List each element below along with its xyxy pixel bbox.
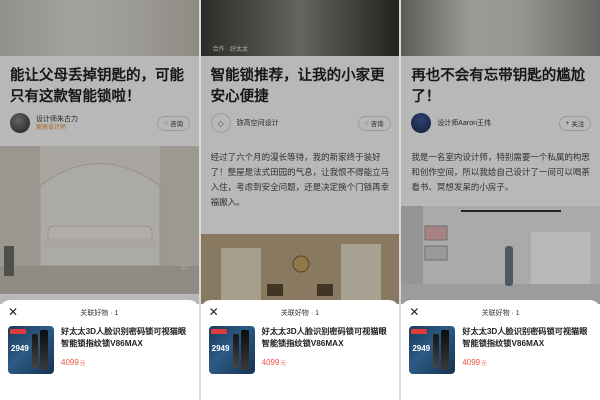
thumb-badge: [411, 329, 428, 334]
product-thumbnail[interactable]: 2949: [208, 326, 255, 374]
screens-row: 能让父母丢掉钥匙的，可能只有这款智能锁啦！ 设计师朱古力 家居设计师 ◌ 咨询: [0, 0, 600, 400]
dim-overlay[interactable]: [401, 0, 600, 304]
related-goods-sheet: ✕ 关联好物 · 1 2949 好太太3D人脸识别密码锁可视猫眼智能锁指纹锁V8…: [401, 300, 600, 400]
thumb-price: 2949: [211, 344, 230, 353]
product-name[interactable]: 好太太3D人脸识别密码锁可视猫眼智能锁指纹锁V86MAX: [462, 326, 592, 350]
product-name[interactable]: 好太太3D人脸识别密码锁可视猫眼智能锁指纹锁V86MAX: [61, 326, 191, 350]
thumb-badge: [210, 329, 227, 334]
related-goods-sheet: ✕ 关联好物 · 1 2949 好太太3D人脸识别密码锁可视猫眼智能锁指纹锁V8…: [0, 300, 199, 400]
thumb-price: 2949: [11, 344, 29, 353]
lock-image: [32, 334, 38, 368]
product-card[interactable]: 2949 好太太3D人脸识别密码锁可视猫眼智能锁指纹锁V86MAX 4099元: [401, 326, 600, 374]
related-goods-sheet: ✕ 关联好物 · 1 2949 好太太3D人脸识别密码锁可视猫眼智能锁指纹锁V8…: [200, 300, 400, 400]
sheet-title: 关联好物 · 1: [280, 310, 320, 317]
product-card[interactable]: 2949 好太太3D人脸识别密码锁可视猫眼智能锁指纹锁V86MAX 4099元: [201, 326, 400, 374]
close-icon[interactable]: ✕: [409, 306, 421, 318]
lock-image: [240, 330, 249, 370]
sheet-header: ✕ 关联好物 · 1: [201, 300, 400, 326]
product-thumbnail[interactable]: 2949: [8, 326, 54, 374]
sheet-header: ✕ 关联好物 · 1: [401, 300, 600, 326]
dim-overlay[interactable]: [200, 0, 400, 304]
thumb-price: 2949: [412, 344, 431, 353]
product-name[interactable]: 好太太3D人脸识别密码锁可视猫眼智能锁指纹锁V86MAX: [262, 326, 392, 350]
sheet-header: ✕ 关联好物 · 1: [0, 300, 199, 326]
close-icon[interactable]: ✕: [8, 306, 20, 318]
product-info: 好太太3D人脸识别密码锁可视猫眼智能锁指纹锁V86MAX 4099元: [61, 326, 191, 374]
lock-image: [433, 334, 440, 368]
screen-1: 能让父母丢掉钥匙的，可能只有这款智能锁啦！ 设计师朱古力 家居设计师 ◌ 咨询: [0, 0, 199, 400]
sheet-title: 关联好物 · 1: [80, 310, 119, 317]
product-info: 好太太3D人脸识别密码锁可视猫眼智能锁指纹锁V86MAX 4099元: [262, 326, 392, 374]
lock-image: [232, 334, 239, 368]
product-price: 4099元: [462, 358, 487, 367]
product-card[interactable]: 2949 好太太3D人脸识别密码锁可视猫眼智能锁指纹锁V86MAX 4099元: [0, 326, 199, 374]
thumb-badge: [10, 329, 26, 334]
sheet-title: 关联好物 · 1: [481, 310, 520, 317]
dim-overlay[interactable]: [0, 0, 199, 304]
product-thumbnail[interactable]: 2949: [409, 326, 456, 374]
product-price: 4099元: [261, 358, 286, 367]
screen-2: 合作 · 好太太 智能锁推荐，让我的小家更安心便捷 ◇ 弥高空间设计 ◌ 咨询 …: [200, 0, 400, 400]
product-info: 好太太3D人脸识别密码锁可视猫眼智能锁指纹锁V86MAX 4099元: [462, 326, 592, 374]
lock-image: [40, 330, 48, 370]
close-icon[interactable]: ✕: [209, 306, 221, 318]
product-price: 4099元: [61, 358, 86, 367]
lock-image: [441, 330, 450, 370]
screen-3: 再也不会有忘带钥匙的尴尬了！ 设计师Aaron王伟 + 关注 我是一名室内设计师…: [401, 0, 600, 400]
